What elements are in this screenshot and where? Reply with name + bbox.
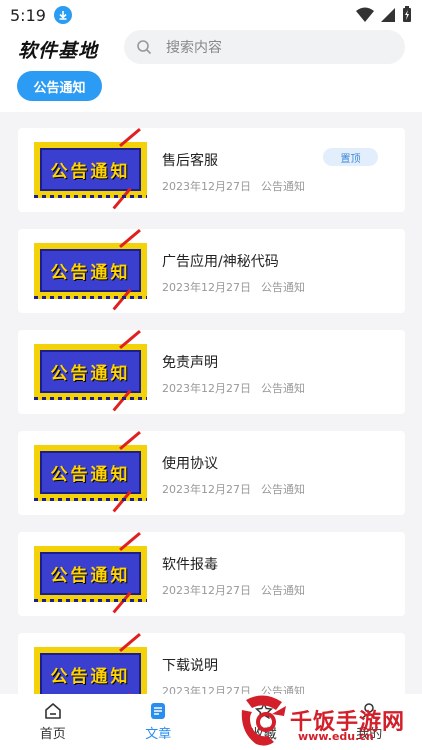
nav-profile-label: 我的	[356, 727, 383, 742]
nav-home[interactable]: 首页	[0, 694, 106, 750]
thumbnail-text: 公告通知	[50, 263, 131, 283]
list-item[interactable]: 公告通知 使用协议 2023年12月27日 公告通知	[18, 430, 405, 515]
list-item[interactable]: 公告通知 下载说明 2023年12月27日 公告通知	[18, 632, 405, 694]
battery-icon	[403, 6, 411, 22]
list-item[interactable]: 公告通知 软件报毒 2023年12月27日 公告通知	[18, 531, 405, 616]
thumbnail-image: 公告通知	[34, 228, 147, 311]
thumbnail-text: 公告通知	[50, 667, 131, 687]
item-title: 售后客服	[162, 153, 218, 169]
thumbnail-image: 公告通知	[34, 632, 147, 694]
thumbnail-text: 公告通知	[50, 465, 131, 485]
signal-icon	[381, 7, 395, 22]
thumbnail-text: 公告通知	[50, 566, 131, 586]
wifi-icon	[356, 7, 374, 22]
item-date: 2023年12月27日	[162, 685, 251, 694]
pinned-badge: 置顶	[323, 148, 378, 166]
thumbnail-image: 公告通知	[34, 430, 147, 513]
item-title: 免责声明	[162, 355, 218, 371]
thumbnail-text: 公告通知	[50, 162, 131, 182]
item-date: 2023年12月27日	[162, 281, 251, 294]
user-icon	[361, 703, 377, 720]
item-category: 公告通知	[261, 281, 305, 294]
item-title: 广告应用/神秘代码	[162, 254, 279, 270]
nav-favorites[interactable]: 收藏	[211, 694, 317, 750]
search-placeholder: 搜索内容	[166, 40, 222, 56]
nav-home-label: 首页	[39, 727, 66, 742]
status-bar: 5:19	[0, 0, 422, 30]
app-title: 软件基地	[18, 40, 99, 62]
list-item[interactable]: 公告通知 免责声明 2023年12月27日 公告通知	[18, 329, 405, 414]
header: 软件基地 搜索内容 公告通知	[0, 30, 422, 112]
list-item[interactable]: 公告通知 售后客服 2023年12月27日 公告通知 置顶	[18, 128, 405, 212]
nav-article-label: 文章	[145, 727, 172, 742]
thumbnail-text: 公告通知	[50, 364, 131, 384]
download-icon	[53, 6, 72, 24]
item-category: 公告通知	[261, 382, 305, 395]
item-date: 2023年12月27日	[162, 584, 251, 597]
thumbnail-image: 公告通知	[34, 329, 147, 412]
item-category: 公告通知	[261, 685, 305, 694]
item-category: 公告通知	[261, 584, 305, 597]
item-category: 公告通知	[261, 180, 305, 193]
thumbnail-image: 公告通知	[34, 128, 147, 210]
item-title: 下载说明	[162, 658, 218, 674]
search-icon	[137, 40, 152, 55]
thumbnail-image: 公告通知	[34, 531, 147, 614]
item-title: 软件报毒	[162, 557, 218, 573]
category-chip-announcement[interactable]: 公告通知	[17, 71, 102, 101]
article-icon	[151, 703, 166, 719]
bottom-nav: 首页 文章 收藏 我的	[0, 694, 422, 750]
nav-favorites-label: 收藏	[250, 727, 277, 742]
item-date: 2023年12月27日	[162, 180, 251, 193]
star-icon	[254, 702, 273, 720]
item-date: 2023年12月27日	[162, 382, 251, 395]
nav-profile[interactable]: 我的	[317, 694, 422, 750]
search-input[interactable]: 搜索内容	[124, 30, 405, 64]
status-time: 5:19	[10, 5, 46, 25]
article-list: 公告通知 售后客服 2023年12月27日 公告通知 置顶 公告通知 广告应用/神…	[18, 128, 405, 694]
item-date: 2023年12月27日	[162, 483, 251, 496]
nav-article[interactable]: 文章	[106, 694, 212, 750]
home-icon	[44, 703, 61, 719]
list-item[interactable]: 公告通知 广告应用/神秘代码 2023年12月27日 公告通知	[18, 228, 405, 313]
item-category: 公告通知	[261, 483, 305, 496]
item-title: 使用协议	[162, 456, 218, 472]
